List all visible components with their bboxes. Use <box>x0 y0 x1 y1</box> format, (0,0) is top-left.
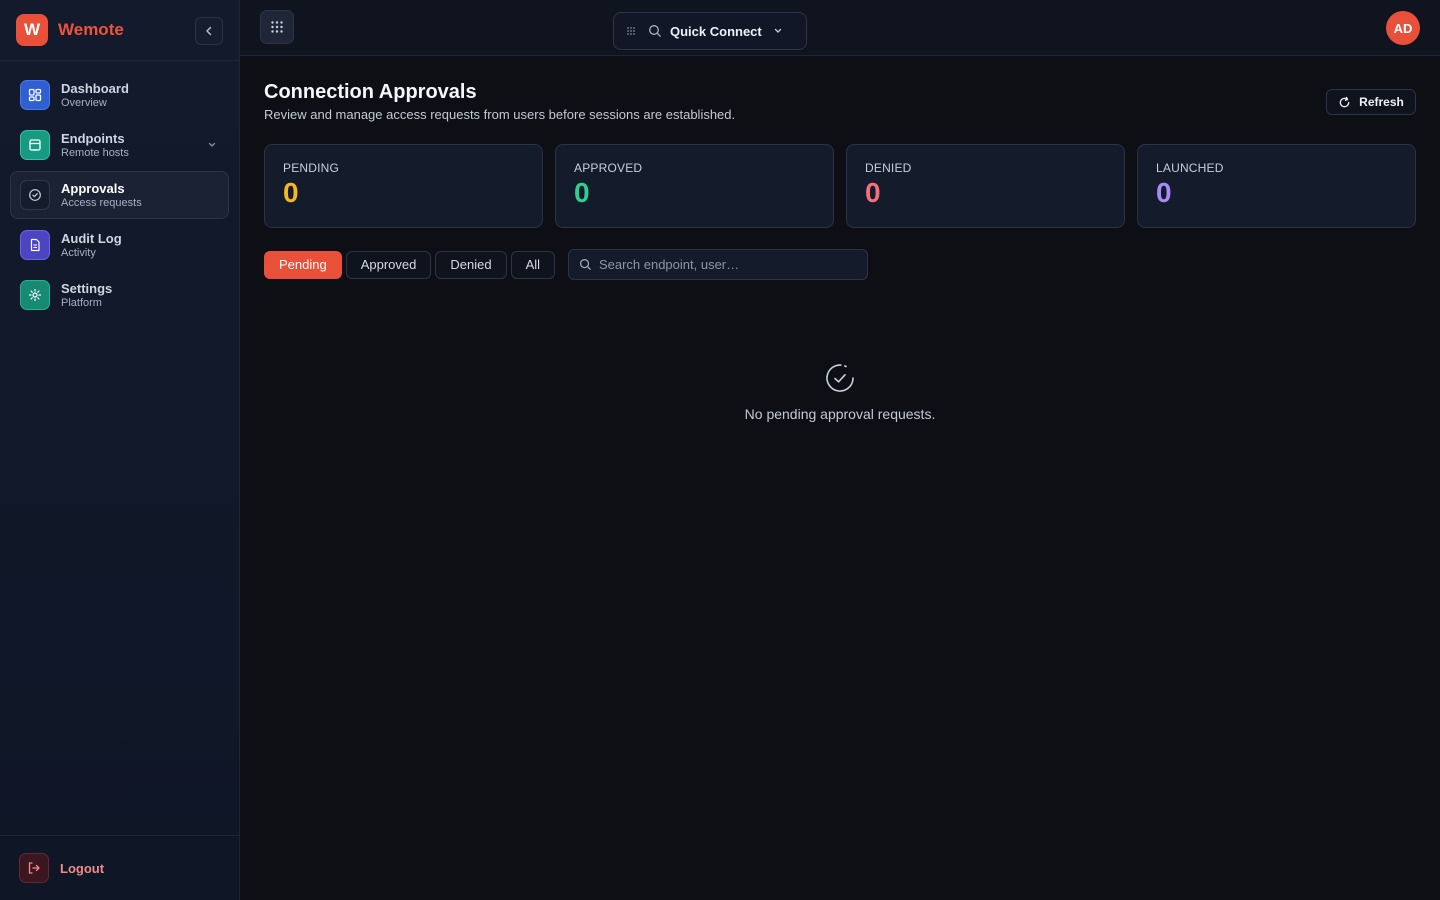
stat-label: APPROVED <box>574 161 643 175</box>
tab-all[interactable]: All <box>510 250 556 279</box>
quick-connect-button[interactable]: Quick Connect <box>613 12 807 50</box>
stat-value: 0 <box>283 177 299 208</box>
apps-menu-button[interactable] <box>260 10 294 44</box>
check-circle-icon <box>826 364 854 392</box>
logout-icon[interactable] <box>19 853 49 883</box>
sidebar-item-sublabel: Access requests <box>61 196 142 209</box>
stats-row: PENDING 0 APPROVED 0 DENIED 0 LAUNCHED 0 <box>264 144 1416 228</box>
grid-icon <box>271 21 283 33</box>
sidebar-item-sublabel: Platform <box>61 296 102 309</box>
sidebar-item-label: Audit Log <box>61 230 122 246</box>
tab-pending[interactable]: Pending <box>264 250 342 279</box>
sidebar-item-sublabel: Activity <box>61 246 96 259</box>
sidebar-item-audit-log[interactable]: Audit Log Activity <box>10 221 229 269</box>
stat-label: LAUNCHED <box>1156 161 1224 175</box>
stat-card-denied: DENIED 0 <box>846 144 1125 228</box>
topbar: Quick Connect AD <box>240 0 1440 56</box>
search-icon <box>649 25 661 37</box>
sidebar-item-label: Dashboard <box>61 80 129 96</box>
search-input[interactable] <box>598 257 858 272</box>
chevron-down-icon <box>774 28 781 33</box>
brand-logo[interactable]: W <box>16 14 48 46</box>
stat-value: 0 <box>865 177 881 208</box>
sidebar-item-approvals[interactable]: Approvals Access requests <box>10 171 229 219</box>
tab-approved[interactable]: Approved <box>345 250 432 279</box>
sidebar-item-settings[interactable]: Settings Platform <box>10 271 229 319</box>
sidebar-nav: Dashboard Overview Endpoints Remote host… <box>0 61 239 331</box>
filter-bar: Pending Approved Denied All <box>264 249 869 280</box>
sidebar-item-label: Approvals <box>61 180 125 196</box>
check-circle-icon <box>20 180 50 210</box>
refresh-label: Refresh <box>1359 95 1404 109</box>
quick-connect-label: Quick Connect <box>670 23 762 39</box>
sidebar-item-dashboard[interactable]: Dashboard Overview <box>10 71 229 119</box>
stat-label: PENDING <box>283 161 340 175</box>
search-box[interactable] <box>568 249 869 280</box>
document-icon <box>20 230 50 260</box>
server-icon <box>20 130 50 160</box>
page-subtitle: Review and manage access requests from u… <box>264 107 736 122</box>
collapse-sidebar-button[interactable] <box>195 17 223 45</box>
dashboard-icon <box>20 80 50 110</box>
sidebar-item-label: Settings <box>61 280 113 296</box>
tab-denied[interactable]: Denied <box>435 250 507 279</box>
avatar[interactable]: AD <box>1386 11 1420 45</box>
search-icon <box>579 259 591 270</box>
stat-value: 0 <box>1156 177 1172 208</box>
sidebar-footer: Logout <box>0 835 239 900</box>
stat-card-pending: PENDING 0 <box>264 144 543 228</box>
stat-card-launched: LAUNCHED 0 <box>1137 144 1416 228</box>
stat-value: 0 <box>574 177 590 208</box>
chevron-left-icon <box>206 26 212 36</box>
brand: W Wemote <box>0 0 239 61</box>
empty-state: No pending approval requests. <box>264 362 1416 422</box>
drag-handle-icon <box>627 27 635 35</box>
chevron-down-icon[interactable] <box>206 138 218 156</box>
sidebar-item-endpoints[interactable]: Endpoints Remote hosts <box>10 121 229 169</box>
empty-state-message: No pending approval requests. <box>744 406 936 422</box>
gear-icon <box>20 280 50 310</box>
refresh-icon <box>1339 96 1350 107</box>
logout-button[interactable]: Logout <box>60 861 104 876</box>
sidebar-item-label: Endpoints <box>61 130 125 146</box>
brand-name[interactable]: Wemote <box>58 20 124 40</box>
sidebar: W Wemote Dashboard Overview Endpoints Re… <box>0 0 240 900</box>
refresh-button[interactable]: Refresh <box>1326 89 1416 115</box>
page-title: Connection Approvals <box>264 81 477 103</box>
sidebar-item-sublabel: Overview <box>61 96 107 109</box>
sidebar-item-sublabel: Remote hosts <box>61 146 129 159</box>
stat-card-approved: APPROVED 0 <box>555 144 834 228</box>
stat-label: DENIED <box>865 161 912 175</box>
